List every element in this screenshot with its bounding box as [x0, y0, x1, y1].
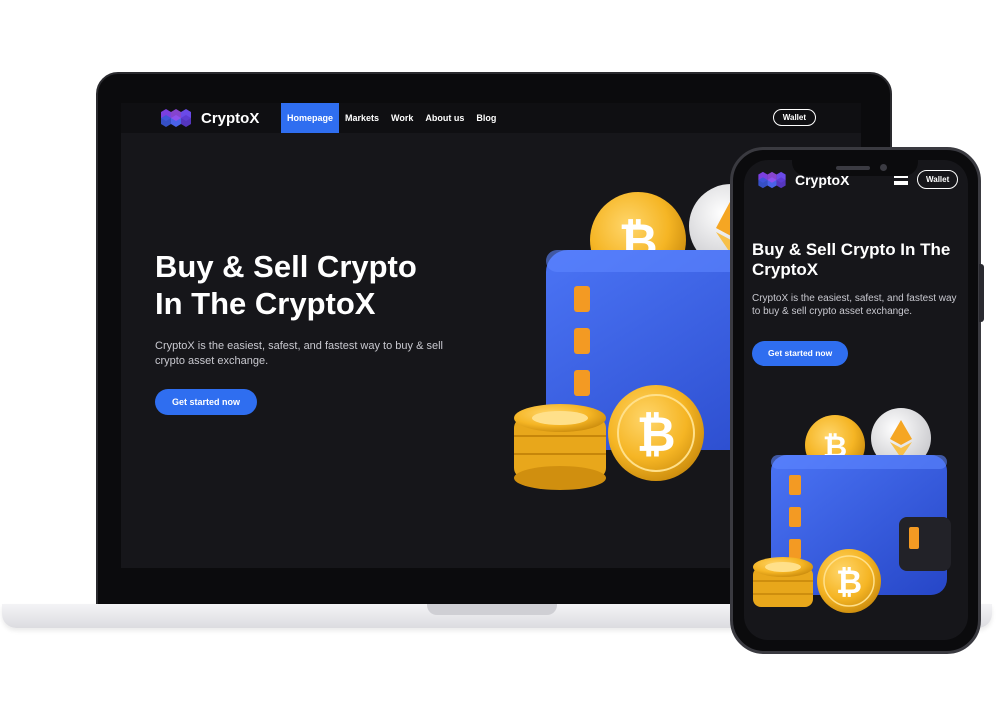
phone-side-button — [979, 264, 984, 322]
mobile-hero-description: CryptoX is the easiest, safest, and fast… — [752, 293, 957, 317]
phone-camera — [880, 164, 887, 171]
hamburger-menu-icon[interactable] — [894, 176, 908, 185]
phone-notch — [792, 152, 918, 176]
phone-speaker — [836, 166, 870, 170]
hexagon-cluster-logo-icon — [161, 109, 191, 127]
nav-item-about-us[interactable]: About us — [419, 103, 470, 133]
hero-title-line-1: Buy & Sell Crypto — [155, 249, 417, 284]
main-menu: Homepage Markets Work About us Blog — [281, 103, 502, 133]
laptop-hinge-notch — [427, 604, 557, 615]
nav-item-work[interactable]: Work — [385, 103, 419, 133]
brand-logo[interactable]: CryptoX — [155, 107, 259, 129]
top-navbar: CryptoX Homepage Markets Work About us B… — [121, 103, 861, 133]
nav-item-homepage[interactable]: Homepage — [281, 103, 340, 133]
mobile-crypto-wallet-illustration: ₿ ₿ — [753, 408, 951, 613]
phone-screen: CryptoX Wallet Buy & Sell Crypto In The … — [744, 160, 968, 640]
hero-description: CryptoX is the easiest, safest, and fast… — [155, 340, 443, 367]
hero-title-line-2: In The CryptoX — [155, 286, 376, 321]
mobile-get-started-button[interactable]: Get started now — [752, 341, 849, 366]
mobile-hero-title: Buy & Sell Crypto In The CryptoX — [752, 240, 951, 279]
get-started-button[interactable]: Get started now — [155, 389, 258, 415]
svg-text:₿: ₿ — [836, 563, 862, 601]
brand-name: CryptoX — [201, 109, 260, 127]
svg-text:₿: ₿ — [636, 407, 675, 463]
nav-item-blog[interactable]: Blog — [470, 103, 502, 133]
wallet-button[interactable]: Wallet — [772, 109, 816, 126]
hero-title: Buy & Sell Crypto In The CryptoX — [155, 248, 495, 322]
hexagon-cluster-logo-icon — [758, 171, 786, 189]
mobile-wallet-button[interactable]: Wallet — [917, 170, 959, 189]
nav-item-markets[interactable]: Markets — [339, 103, 385, 133]
